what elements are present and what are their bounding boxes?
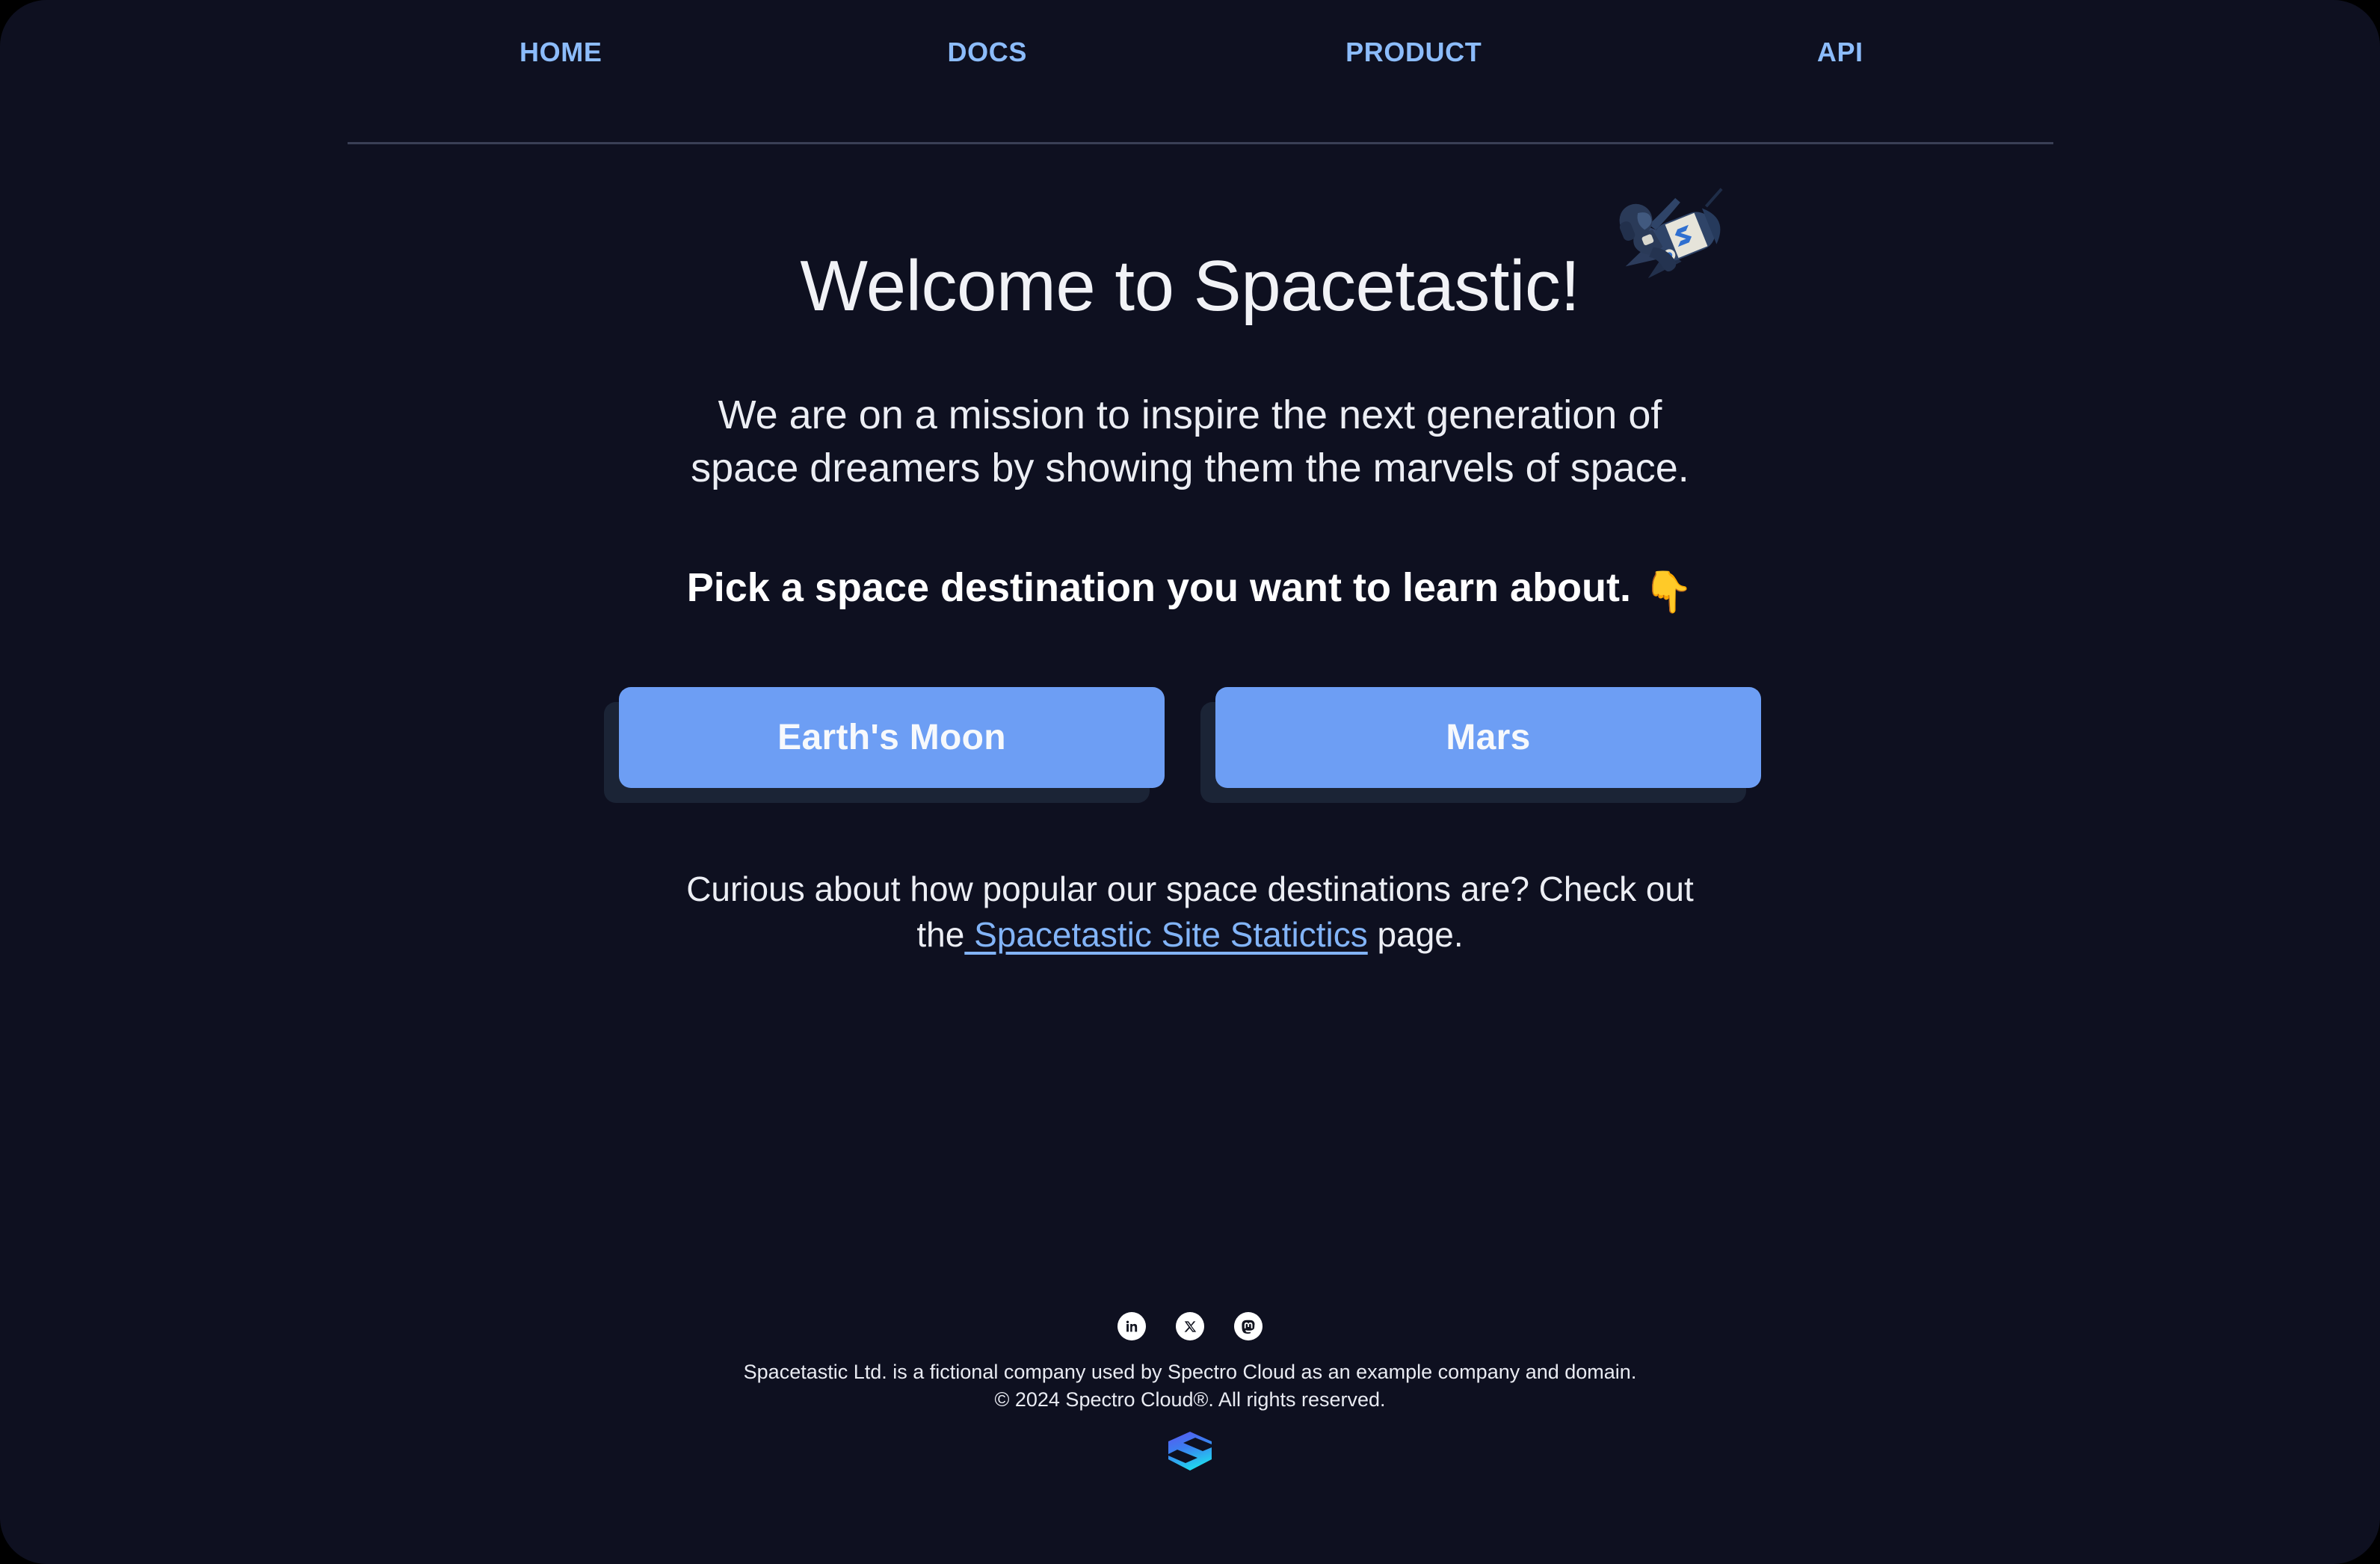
mission-statement: We are on a mission to inspire the next … <box>0 389 2380 496</box>
destination-button-group: Earth's Moon Mars <box>0 686 2380 788</box>
mission-line-2: space dreamers by showing them the marve… <box>691 445 1689 490</box>
social-links <box>0 1312 2380 1340</box>
hero-section: Welcome to Spacetastic! We are on a miss… <box>0 188 2380 958</box>
nav-link-docs[interactable]: DOCS <box>948 39 1027 66</box>
pick-destination-prompt: Pick a space destination you want to lea… <box>0 564 2380 617</box>
stats-blurb-line-1: Curious about how popular our space dest… <box>686 869 1694 908</box>
spectro-cloud-logo[interactable] <box>1167 1431 1213 1471</box>
x-twitter-icon[interactable] <box>1176 1312 1204 1340</box>
site-statistics-blurb: Curious about how popular our space dest… <box>0 866 2380 958</box>
nav-link-home[interactable]: HOME <box>520 39 602 66</box>
footer-copyright: © 2024 Spectro Cloud®. All rights reserv… <box>994 1388 1386 1411</box>
astronaut-rocket-icon <box>1592 178 1739 305</box>
nav-link-api[interactable]: API <box>1817 39 1863 66</box>
destination-button-earths-moon[interactable]: Earth's Moon <box>619 686 1165 788</box>
nav-cell-home: HOME <box>348 39 774 66</box>
nav-cell-product: PRODUCT <box>1200 39 1627 66</box>
stats-blurb-line-2: the Spacetastic Site Statictics page. <box>0 912 2380 958</box>
footer-disclaimer: Spacetastic Ltd. is a fictional company … <box>743 1361 1637 1383</box>
linkedin-icon[interactable] <box>1117 1312 1146 1340</box>
mission-line-1: We are on a mission to inspire the next … <box>718 392 1662 437</box>
stats-suffix: page. <box>1367 915 1464 955</box>
title-row: Welcome to Spacetastic! <box>800 188 1723 326</box>
header-divider <box>348 142 2053 144</box>
pointing-down-icon: 👇 <box>1643 570 1694 615</box>
footer-text: Spacetastic Ltd. is a fictional company … <box>0 1358 2380 1414</box>
stats-prefix: the <box>916 915 965 955</box>
nav-cell-docs: DOCS <box>774 39 1201 66</box>
main-navigation: HOME DOCS PRODUCT API <box>348 39 2053 103</box>
page-title: Welcome to Spacetastic! <box>800 246 1580 326</box>
pick-destination-label: Pick a space destination you want to lea… <box>686 565 1632 611</box>
destination-button-mars[interactable]: Mars <box>1215 686 1761 788</box>
site-statistics-link[interactable]: Spacetastic Site Statictics <box>964 915 1368 954</box>
page-root: HOME DOCS PRODUCT API Welcome to Spaceta… <box>0 0 2380 1564</box>
nav-cell-api: API <box>1627 39 2054 66</box>
mastodon-icon[interactable] <box>1234 1312 1263 1340</box>
nav-link-product[interactable]: PRODUCT <box>1345 39 1482 66</box>
page-footer: Spacetastic Ltd. is a fictional company … <box>0 1312 2380 1475</box>
